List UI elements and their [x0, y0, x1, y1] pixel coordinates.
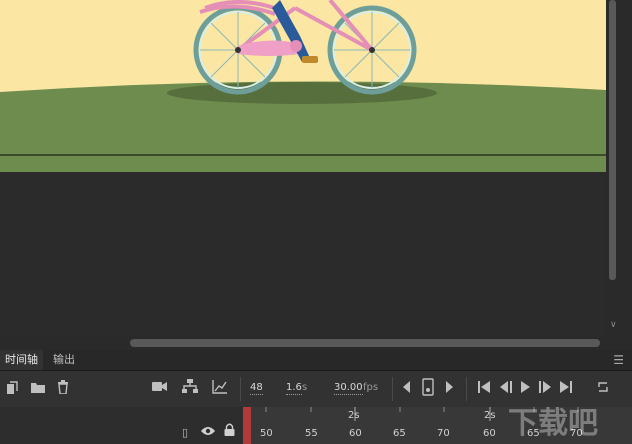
watermark: 下载吧 [508, 406, 598, 441]
chevron-down-icon[interactable]: ∨ [610, 320, 617, 330]
scroll-corner [606, 336, 632, 350]
ruler-frame-label: 60 [483, 428, 496, 439]
playhead[interactable] [243, 407, 251, 444]
previous-keyframe-icon[interactable] [402, 381, 412, 398]
trash-icon[interactable] [57, 380, 69, 399]
ruler-frame-label: 55 [305, 428, 318, 439]
tab-timeline[interactable]: 时间轴 [0, 350, 43, 370]
tab-output[interactable]: 输出 [48, 350, 80, 370]
bicycle-scene [0, 0, 606, 172]
first-frame-icon[interactable] [478, 381, 491, 398]
horizontal-scroll-thumb[interactable] [130, 339, 600, 347]
frame-rate-unit: fps [363, 382, 379, 393]
toolbar-divider [466, 377, 467, 401]
horizontal-scrollbar[interactable] [0, 336, 606, 350]
step-forward-icon[interactable] [538, 381, 552, 398]
vertical-scroll-thumb[interactable] [609, 0, 616, 280]
toolbar-divider [392, 377, 393, 401]
camera-icon[interactable] [152, 381, 167, 397]
toolbar-divider [240, 377, 241, 401]
insert-keyframe-icon[interactable] [422, 378, 434, 401]
play-icon[interactable] [520, 381, 531, 398]
stage-canvas[interactable] [0, 0, 606, 172]
elapsed-time-field[interactable]: 1.6 [286, 382, 302, 395]
next-keyframe-icon[interactable] [444, 381, 454, 398]
ruler-second-label: 2s [348, 410, 360, 421]
ruler-frame-label: 50 [260, 428, 273, 439]
panel-menu-icon[interactable]: ☰ [613, 353, 624, 367]
eye-icon[interactable] [201, 425, 215, 441]
step-back-icon[interactable] [499, 381, 513, 398]
pasteboard [0, 172, 606, 336]
ruler-frame-label: 65 [393, 428, 406, 439]
current-frame-field[interactable]: 48 [250, 382, 263, 395]
outline-toggle-icon[interactable]: ▯ [182, 425, 188, 441]
panel-tabs: 时间轴 输出 ☰ [0, 350, 632, 371]
new-layer-icon[interactable] [6, 381, 18, 400]
folder-icon[interactable] [31, 381, 45, 398]
hierarchy-icon[interactable] [182, 379, 198, 399]
ruler-frame-label: 60 [349, 428, 362, 439]
lock-icon[interactable] [224, 423, 235, 441]
ruler-frame-label: 70 [437, 428, 450, 439]
ruler-second-label: 2s [484, 410, 496, 421]
frame-rate-field[interactable]: 30.00 [334, 382, 363, 395]
elapsed-time-unit: s [302, 382, 308, 393]
graph-icon[interactable] [212, 380, 227, 399]
loop-icon[interactable] [596, 380, 610, 399]
vertical-scrollbar[interactable]: ∨ [606, 0, 632, 336]
last-frame-icon[interactable] [559, 381, 572, 398]
